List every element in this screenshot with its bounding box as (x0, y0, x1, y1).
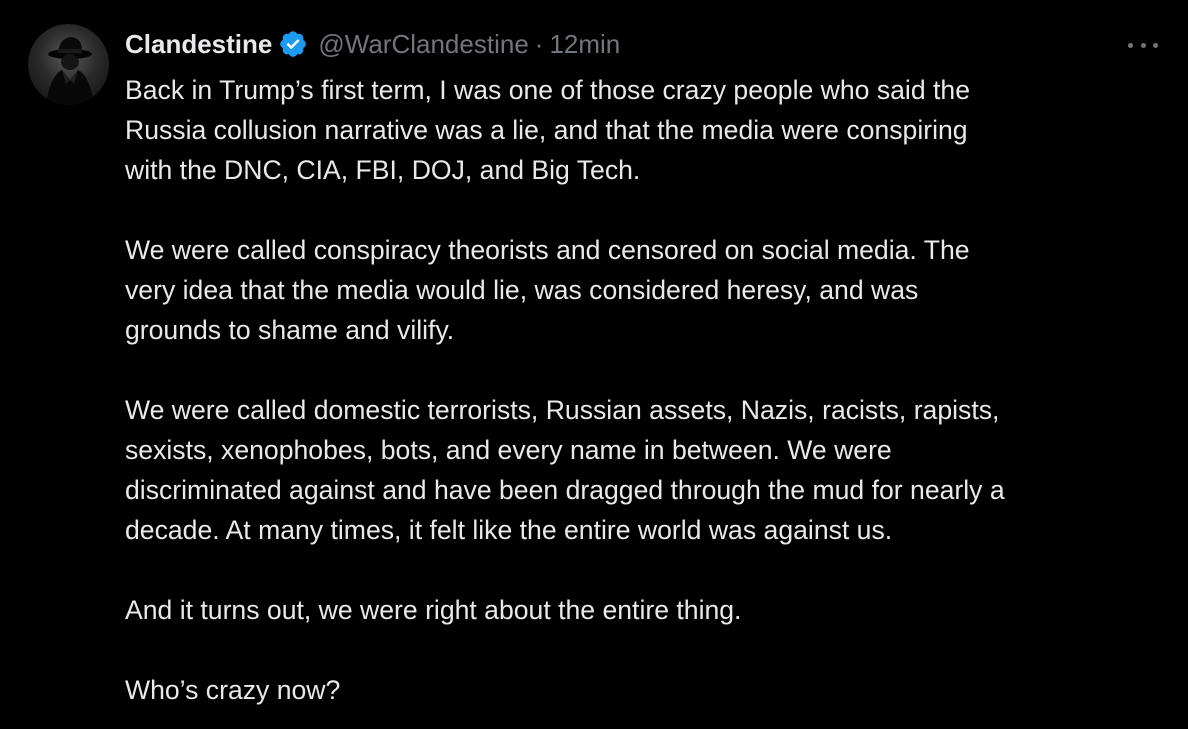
display-name[interactable]: Clandestine (125, 29, 272, 60)
tweet-line: Back in Trump’s first term, I was one of… (125, 75, 970, 105)
more-dot (1128, 42, 1133, 48)
tweet-text: Back in Trump’s first term, I was one of… (125, 70, 1165, 710)
tweet-line: discriminated against and have been drag… (125, 475, 1005, 505)
timestamp[interactable]: 12min (549, 29, 620, 60)
tweet-line: We were called domestic terrorists, Russ… (125, 395, 1000, 425)
tweet-line: Who’s crazy now? (125, 675, 341, 705)
tweet-header: Clandestine @WarClandestine · 12min (125, 26, 620, 62)
more-options-button[interactable] (1128, 30, 1158, 60)
tweet-card[interactable]: Clandestine @WarClandestine · 12min Back… (0, 0, 1188, 729)
hat-figure-icon (46, 37, 94, 105)
tweet-line: with the DNC, CIA, FBI, DOJ, and Big Tec… (125, 155, 641, 185)
tweet-line: Russia collusion narrative was a lie, an… (125, 115, 968, 145)
user-handle[interactable]: @WarClandestine (318, 29, 528, 60)
avatar[interactable] (28, 24, 109, 105)
tweet-line: very idea that the media would lie, was … (125, 275, 919, 305)
tweet-line: grounds to shame and vilify. (125, 315, 455, 345)
more-dot (1140, 42, 1146, 48)
tweet-line: decade. At many times, it felt like the … (125, 515, 893, 545)
tweet-line: sexists, xenophobes, bots, and every nam… (125, 435, 892, 465)
verified-badge-icon (278, 29, 308, 59)
tweet-line: And it turns out, we were right about th… (125, 595, 742, 625)
tweet-line: We were called conspiracy theorists and … (125, 235, 970, 265)
more-dot (1153, 42, 1158, 48)
separator-dot: · (534, 28, 544, 59)
